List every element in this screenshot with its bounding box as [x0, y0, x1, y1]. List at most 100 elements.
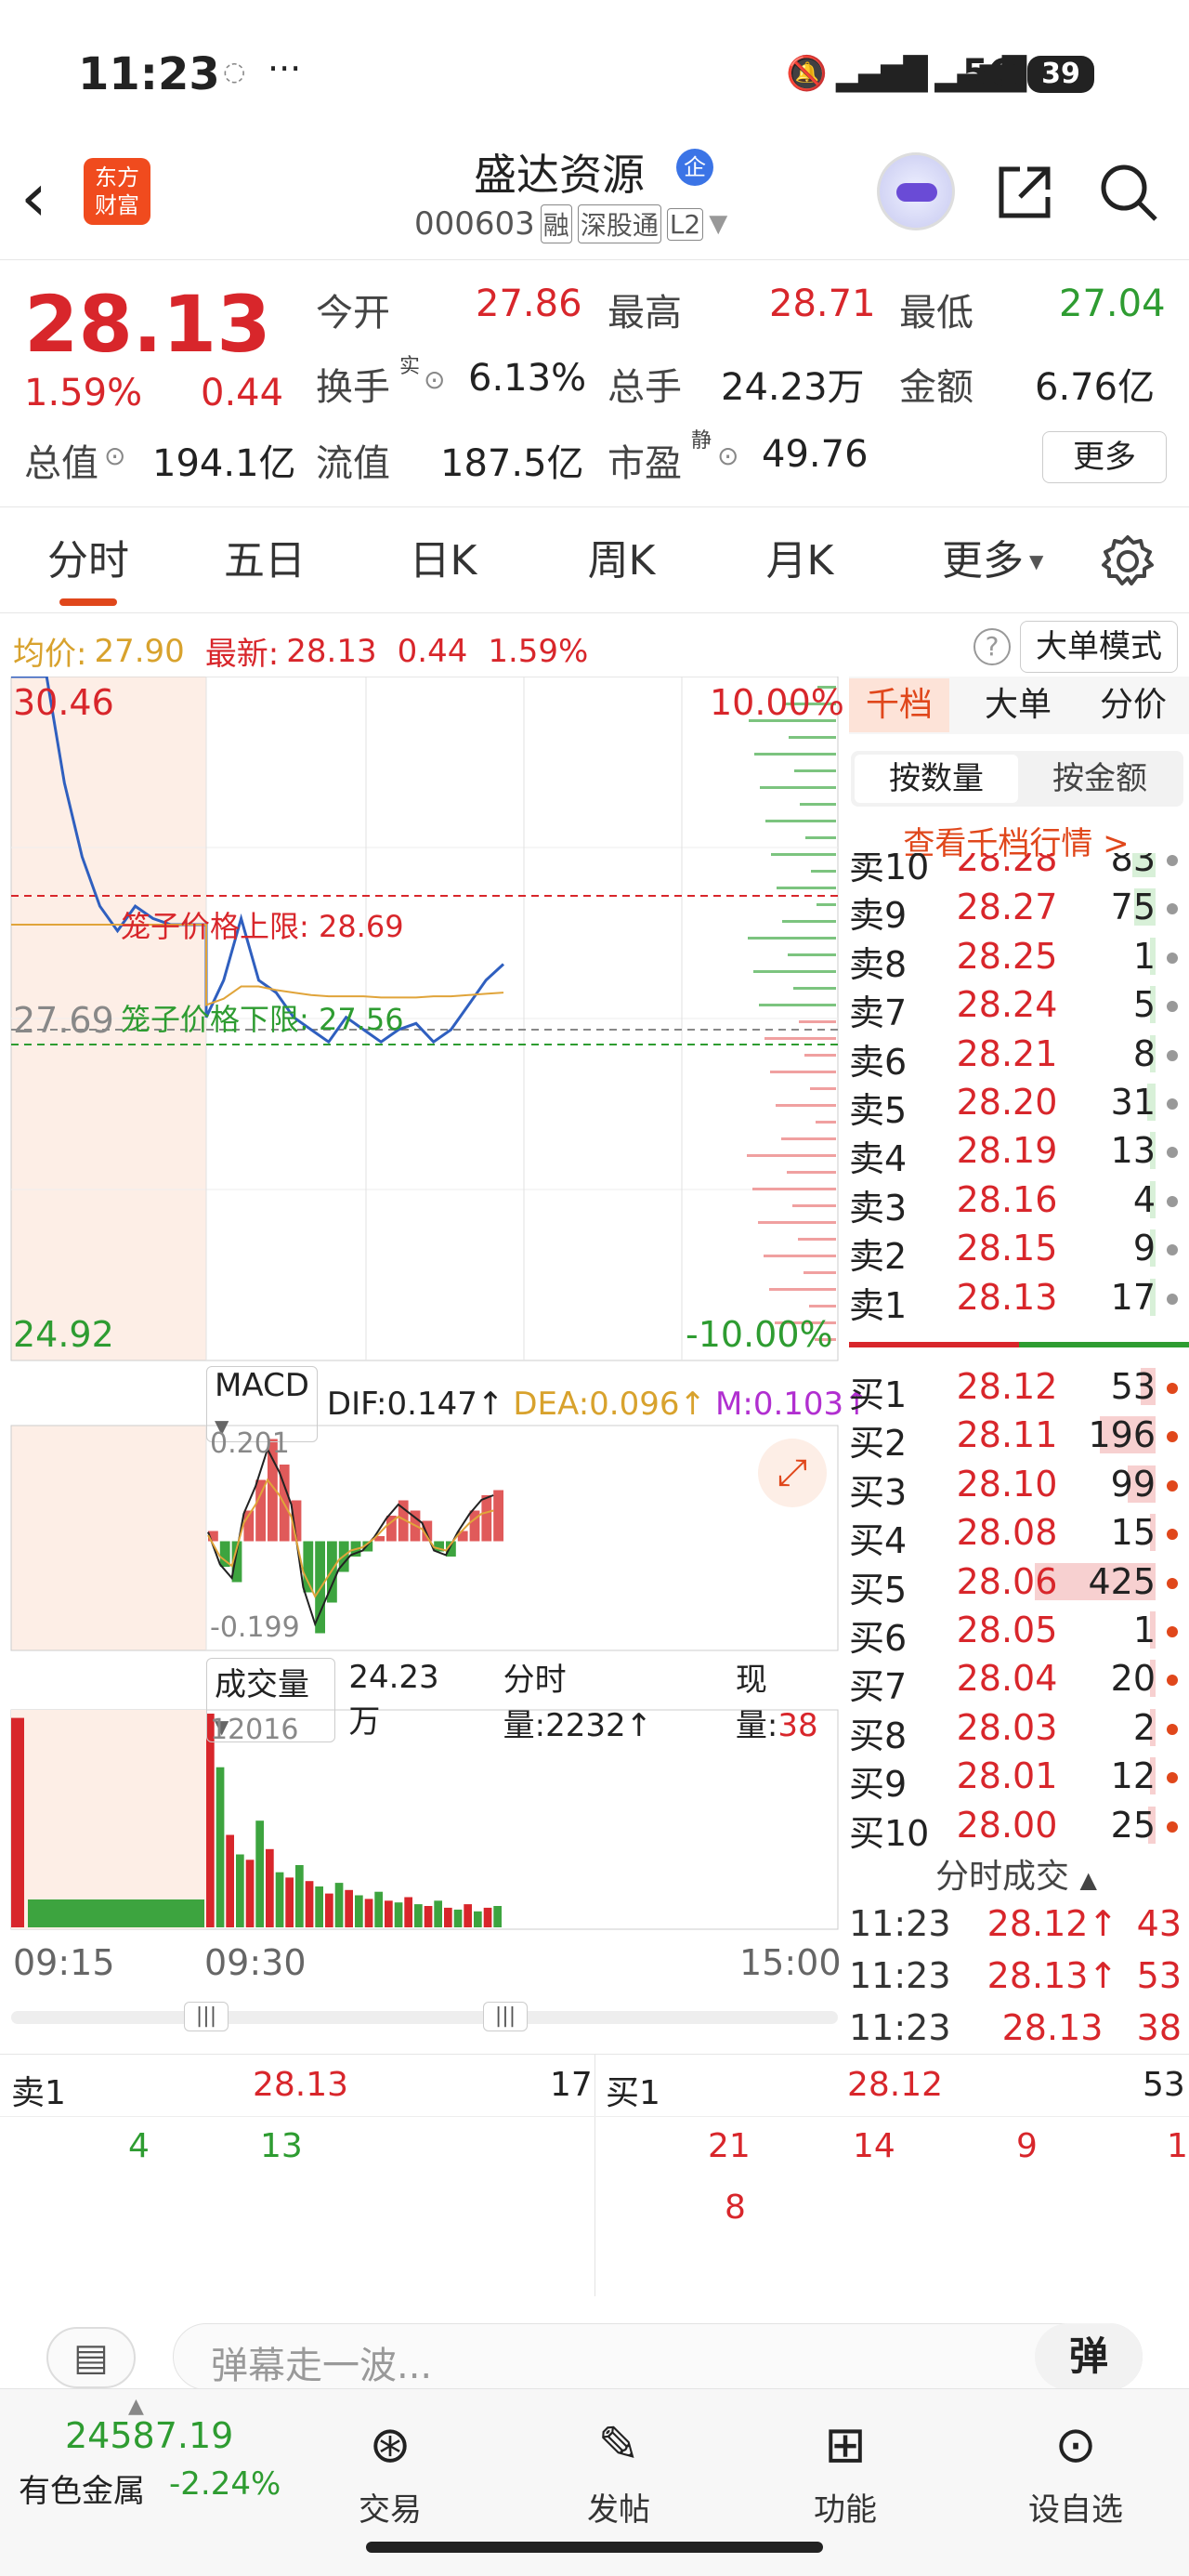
price-summary: 均价: 27.90 最新: 28.13 0.44 1.59% — [13, 628, 588, 674]
level-dot-icon — [1167, 1195, 1178, 1207]
field-label-mktcap: 总值 — [24, 442, 98, 485]
sell-level-row[interactable]: 卖8 28.25 1 — [843, 932, 1189, 985]
field-value-mktcap: 194.1亿 — [152, 442, 296, 485]
sell-level-volume: 13 — [1110, 1130, 1156, 1172]
buy-level-row[interactable]: 买7 28.04 20 — [843, 1654, 1189, 1707]
expand-icon[interactable]: ⤢ — [758, 1439, 827, 1507]
sell1-label: 卖1 — [11, 2074, 66, 2112]
by-amount-button[interactable]: 按金额 — [1018, 755, 1182, 803]
tab-price-dist[interactable]: 分价 — [1083, 678, 1183, 732]
robot-assistant-icon[interactable] — [877, 152, 955, 230]
minute-volume-value: 2232 — [545, 1707, 626, 1744]
tab-daily-k[interactable]: 日K — [383, 509, 503, 613]
buy-level-row[interactable]: 买8 28.03 2 — [843, 1703, 1189, 1756]
sell-queue-item: 13 — [260, 2127, 303, 2165]
sell-level-row[interactable]: 卖10 28.28 83 — [843, 853, 1189, 887]
sell-level-volume: 1 — [1132, 935, 1156, 977]
tab-weekly-k[interactable]: 周K — [561, 509, 682, 613]
settings-gear-icon[interactable] — [1098, 532, 1157, 591]
buy-level-volume: 15 — [1110, 1512, 1156, 1554]
level-dot-icon — [1167, 1383, 1178, 1394]
tick-time: 11:23 — [849, 1955, 951, 1996]
tick-time: 11:23 — [849, 1903, 951, 1944]
search-icon[interactable] — [1096, 160, 1161, 225]
buy-level-row[interactable]: 买10 28.00 25 — [843, 1801, 1189, 1854]
range-handle-left[interactable]: ||| — [184, 2002, 229, 2031]
eastmoney-logo[interactable]: 东方 财富 — [84, 158, 150, 225]
chart-svg[interactable] — [0, 677, 843, 2043]
buy-level-volume: 425 — [1088, 1560, 1156, 1602]
info-icon[interactable]: ⊙ — [424, 364, 445, 395]
volume-bar — [374, 1891, 383, 1927]
by-quantity-button[interactable]: 按数量 — [855, 755, 1018, 803]
sell-level-row[interactable]: 卖3 28.16 4 — [843, 1176, 1189, 1229]
tab-big-order[interactable]: 大单 — [972, 678, 1065, 732]
sell-level-price: 28.20 — [956, 1082, 1058, 1123]
volume-bar — [483, 1907, 492, 1927]
chevron-down-icon[interactable]: ▼ — [709, 210, 727, 238]
latest-label: 最新: — [204, 636, 280, 673]
sell-level-volume: 9 — [1132, 1228, 1156, 1269]
buy-level-price: 28.08 — [956, 1512, 1058, 1554]
depth-bar — [769, 1288, 836, 1291]
tick-row: 11:23 28.13 38 — [843, 2004, 1189, 2052]
volume-bar — [493, 1906, 502, 1927]
nav-post[interactable]: ✎ 发帖 — [544, 2417, 693, 2530]
sector-index[interactable]: 24587.19 有色金属 -2.24% ▲ — [0, 2389, 288, 2519]
tab-thousand-level[interactable]: 千档 — [849, 678, 949, 732]
latest-value: 28.13 — [286, 632, 377, 670]
volume-bar — [11, 1717, 24, 1927]
buy-level-row[interactable]: 买2 28.11 196 — [843, 1411, 1189, 1464]
tab-five-day[interactable]: 五日 — [204, 509, 325, 613]
sell-level-row[interactable]: 卖1 28.13 17 — [843, 1273, 1189, 1326]
buy-level-volume: 2 — [1132, 1706, 1156, 1748]
buy-level-row[interactable]: 买5 28.06 425 — [843, 1557, 1189, 1610]
tab-more[interactable]: 更多 — [927, 509, 1039, 613]
sell-level-row[interactable]: 卖5 28.20 31 — [843, 1078, 1189, 1131]
tab-monthly-k[interactable]: 月K — [739, 509, 860, 613]
sell-level-row[interactable]: 卖4 28.19 13 — [843, 1126, 1189, 1179]
back-icon[interactable]: ‹ — [20, 160, 47, 234]
level-dot-icon — [1167, 1431, 1178, 1443]
sell-level-row[interactable]: 卖6 28.21 8 — [843, 1030, 1189, 1083]
tick-volume: 43 — [1136, 1903, 1182, 1944]
buy-level-label: 买10 — [849, 1812, 930, 1854]
buy-level-row[interactable]: 买3 28.10 99 — [843, 1460, 1189, 1513]
tick-volume: 38 — [1136, 2007, 1182, 2048]
sell-level-row[interactable]: 卖2 28.15 9 — [843, 1224, 1189, 1277]
big-order-mode-button[interactable]: 大单模式 — [1020, 621, 1178, 673]
sell-level-label: 卖7 — [849, 992, 908, 1034]
sell-level-row[interactable]: 卖7 28.24 5 — [843, 980, 1189, 1033]
buy-level-row[interactable]: 买6 28.05 1 — [843, 1606, 1189, 1659]
buy1-volume: 53 — [1143, 2066, 1185, 2104]
tab-indicator — [59, 598, 117, 606]
buy-level-row[interactable]: 买1 28.12 53 — [843, 1362, 1189, 1415]
range-handle-right[interactable]: ||| — [483, 2002, 528, 2031]
nav-add-watchlist[interactable]: ⊙ 设自选 — [1001, 2417, 1150, 2530]
danmu-list-icon[interactable]: ▤ — [46, 2327, 136, 2388]
info-icon[interactable]: ⊙ — [717, 440, 738, 471]
sell-level-price: 28.16 — [956, 1178, 1058, 1220]
level-dot-icon — [1167, 1049, 1178, 1061]
danmu-toggle-button[interactable]: 弹 — [1035, 2323, 1143, 2390]
buy-level-price: 28.12 — [956, 1366, 1058, 1407]
field-label-volume: 总手 — [608, 366, 682, 409]
ticks-title[interactable]: 分时成交 ▲ — [843, 1849, 1189, 1898]
share-icon[interactable] — [992, 160, 1057, 225]
info-icon[interactable]: ⊙ — [104, 440, 125, 471]
nav-functions[interactable]: ⊞ 功能 — [771, 2417, 920, 2530]
field-label-pe: 市盈 — [608, 442, 682, 485]
buy-level-row[interactable]: 买9 28.01 12 — [843, 1752, 1189, 1805]
help-icon[interactable]: ? — [973, 628, 1011, 665]
nav-post-label: 发帖 — [587, 2491, 650, 2529]
macd-top-label: 0.201 — [210, 1427, 290, 1460]
field-value-high: 28.71 — [769, 283, 876, 325]
depth-bar — [804, 1271, 836, 1274]
nav-trade[interactable]: ⊛ 交易 — [316, 2417, 464, 2530]
buy-level-volume: 20 — [1110, 1658, 1156, 1700]
buy-level-label: 买9 — [849, 1764, 908, 1806]
more-button[interactable]: 更多 — [1042, 431, 1167, 483]
sell-level-row[interactable]: 卖9 28.27 75 — [843, 883, 1189, 936]
danmu-input[interactable]: 弹幕走一波... — [173, 2323, 1143, 2390]
buy-level-row[interactable]: 买4 28.08 15 — [843, 1508, 1189, 1561]
